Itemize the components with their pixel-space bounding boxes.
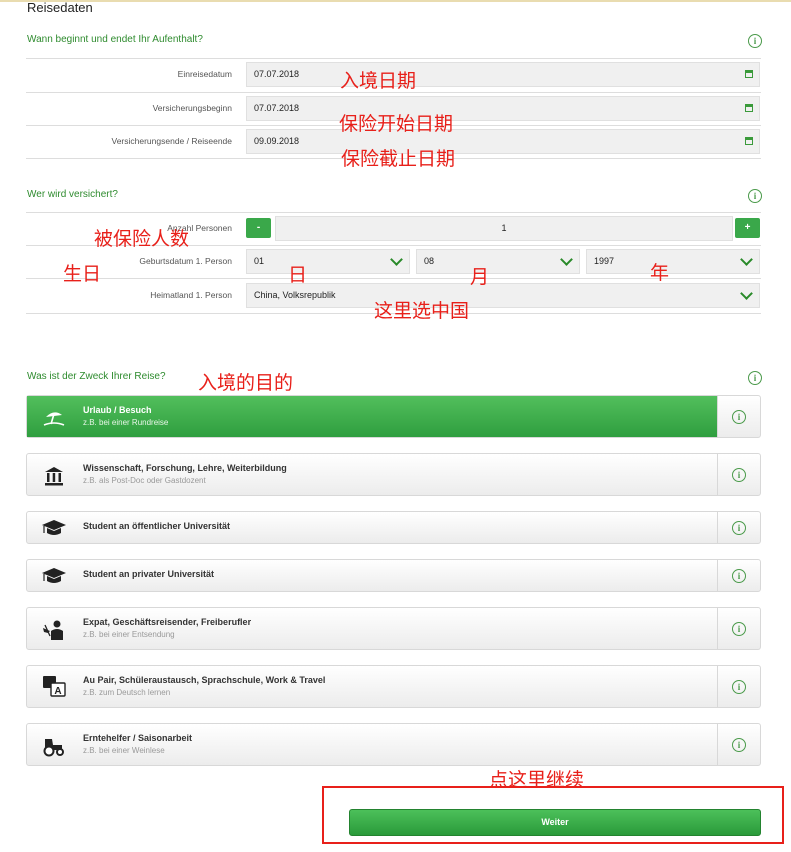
calendar-icon[interactable]: [745, 70, 753, 78]
annotation-choose-china: 这里选中国: [374, 300, 470, 322]
info-icon[interactable]: i: [732, 521, 746, 535]
purpose-option-science[interactable]: Wissenschaft, Forschung, Lehre, Weiterbi…: [26, 453, 761, 496]
chevron-down-icon: [390, 253, 403, 266]
insured-heading: Wer wird versichert?: [27, 189, 118, 200]
purpose-title: Erntehelfer / Saisonarbeit: [83, 733, 193, 743]
info-icon[interactable]: i: [732, 680, 746, 694]
annotation-entry-purpose: 入境的目的: [198, 372, 294, 394]
info-icon[interactable]: i: [732, 569, 746, 583]
insurance-start-label: Versicherungsbeginn: [152, 103, 232, 113]
purpose-subtitle: z.B. zum Deutsch lernen: [83, 688, 171, 697]
info-icon[interactable]: i: [748, 371, 762, 385]
insurance-end-value: 09.09.2018: [254, 136, 300, 146]
annotation-insured-count: 被保险人数: [94, 228, 190, 250]
graduation-cap-icon: [42, 568, 66, 583]
calendar-icon[interactable]: [745, 104, 753, 112]
purpose-option-main[interactable]: Urlaub / Besuch z.B. bei einer Rundreise: [27, 396, 718, 437]
purpose-option-vacation[interactable]: Urlaub / Besuch z.B. bei einer Rundreise…: [26, 395, 761, 438]
purpose-option-main[interactable]: Student an privater Universität: [27, 560, 718, 591]
purpose-title: Expat, Geschäftsreisender, Freiberufler: [83, 617, 252, 627]
purpose-option-expat[interactable]: Expat, Geschäftsreisender, Freiberufler …: [26, 607, 761, 650]
translate-icon: A: [43, 676, 66, 697]
institution-icon: [45, 467, 63, 486]
purpose-subtitle: z.B. bei einer Rundreise: [83, 418, 169, 427]
entry-date-label: Einreisedatum: [177, 69, 232, 79]
chevron-down-icon: [560, 253, 573, 266]
annotation-day: 日: [288, 264, 308, 286]
insurance-start-value: 07.07.2018: [254, 103, 300, 113]
purpose-title: Student an privater Universität: [83, 569, 215, 579]
info-icon[interactable]: i: [732, 738, 746, 752]
annotation-insurance-start: 保险开始日期: [339, 113, 454, 135]
info-icon[interactable]: i: [748, 34, 762, 48]
top-border: [0, 0, 791, 2]
continue-button[interactable]: Weiter: [349, 809, 761, 836]
purpose-title: Au Pair, Schüleraustausch, Sprachschule,…: [83, 675, 326, 685]
info-icon[interactable]: i: [732, 468, 746, 482]
purpose-title: Urlaub / Besuch: [83, 405, 152, 415]
purpose-option-main[interactable]: Erntehelfer / Saisonarbeit z.B. bei eine…: [27, 724, 718, 765]
birth-day-value: 01: [254, 256, 265, 266]
purpose-option-main[interactable]: Expat, Geschäftsreisender, Freiberufler …: [27, 608, 718, 649]
entry-date-field[interactable]: 07.07.2018: [246, 62, 760, 87]
chevron-down-icon: [740, 253, 753, 266]
beach-umbrella-icon: [43, 412, 65, 426]
annotation-birthday: 生日: [63, 263, 102, 285]
annotation-year: 年: [650, 262, 670, 284]
purpose-title: Student an öffentlicher Universität: [83, 521, 231, 531]
page-title: Reisedaten: [27, 0, 93, 15]
purpose-subtitle: z.B. als Post-Doc oder Gastdozent: [83, 476, 206, 485]
purpose-option-harvest[interactable]: Erntehelfer / Saisonarbeit z.B. bei eine…: [26, 723, 761, 766]
home-country-select[interactable]: China, Volksrepublik: [246, 283, 760, 308]
birth-year-select[interactable]: 1997: [586, 249, 760, 274]
decrement-button[interactable]: -: [246, 218, 271, 238]
purpose-option-au-pair[interactable]: A Au Pair, Schüleraustausch, Sprachschul…: [26, 665, 761, 708]
purpose-subtitle: z.B. bei einer Entsendung: [83, 630, 175, 639]
insurance-start-field[interactable]: 07.07.2018: [246, 96, 760, 121]
info-icon[interactable]: i: [748, 189, 762, 203]
annotation-insurance-end: 保险截止日期: [341, 148, 456, 170]
annotation-click-continue: 点这里继续: [489, 769, 585, 791]
home-country-value: China, Volksrepublik: [254, 290, 336, 300]
birth-day-select[interactable]: 01: [246, 249, 410, 274]
tractor-icon: [43, 739, 64, 757]
person-count-field[interactable]: 1: [275, 216, 733, 241]
birth-month-value: 08: [424, 256, 435, 266]
entry-date-value: 07.07.2018: [254, 69, 300, 79]
chevron-down-icon: [740, 287, 753, 300]
stay-heading: Wann beginnt und endet Ihr Aufenthalt?: [27, 34, 203, 45]
info-icon[interactable]: i: [732, 622, 746, 636]
purpose-subtitle: z.B. bei einer Weinlese: [83, 746, 165, 755]
annotation-entry-date: 入境日期: [340, 70, 417, 92]
calendar-icon[interactable]: [745, 137, 753, 145]
birthdate-label: Geburtsdatum 1. Person: [139, 256, 232, 266]
purpose-heading: Was ist der Zweck Ihrer Reise?: [27, 371, 166, 382]
business-traveler-icon: [43, 620, 63, 640]
birth-month-select[interactable]: 08: [416, 249, 580, 274]
purpose-option-main[interactable]: A Au Pair, Schüleraustausch, Sprachschul…: [27, 666, 718, 707]
annotation-month: 月: [470, 266, 490, 288]
home-country-label: Heimatland 1. Person: [150, 290, 232, 300]
purpose-option-main[interactable]: Wissenschaft, Forschung, Lehre, Weiterbi…: [27, 454, 718, 495]
purpose-title: Wissenschaft, Forschung, Lehre, Weiterbi…: [83, 463, 287, 473]
svg-text:A: A: [54, 686, 61, 697]
info-icon[interactable]: i: [732, 410, 746, 424]
insurance-end-field[interactable]: 09.09.2018: [246, 129, 760, 154]
insurance-end-label: Versicherungsende / Reiseende: [111, 136, 233, 146]
graduation-cap-icon: [42, 520, 66, 535]
purpose-option-main[interactable]: Student an öffentlicher Universität: [27, 512, 718, 543]
increment-button[interactable]: +: [735, 218, 760, 238]
purpose-option-private-university[interactable]: Student an privater Universität i: [26, 559, 761, 592]
purpose-option-public-university[interactable]: Student an öffentlicher Universität i: [26, 511, 761, 544]
birth-year-value: 1997: [594, 256, 615, 266]
